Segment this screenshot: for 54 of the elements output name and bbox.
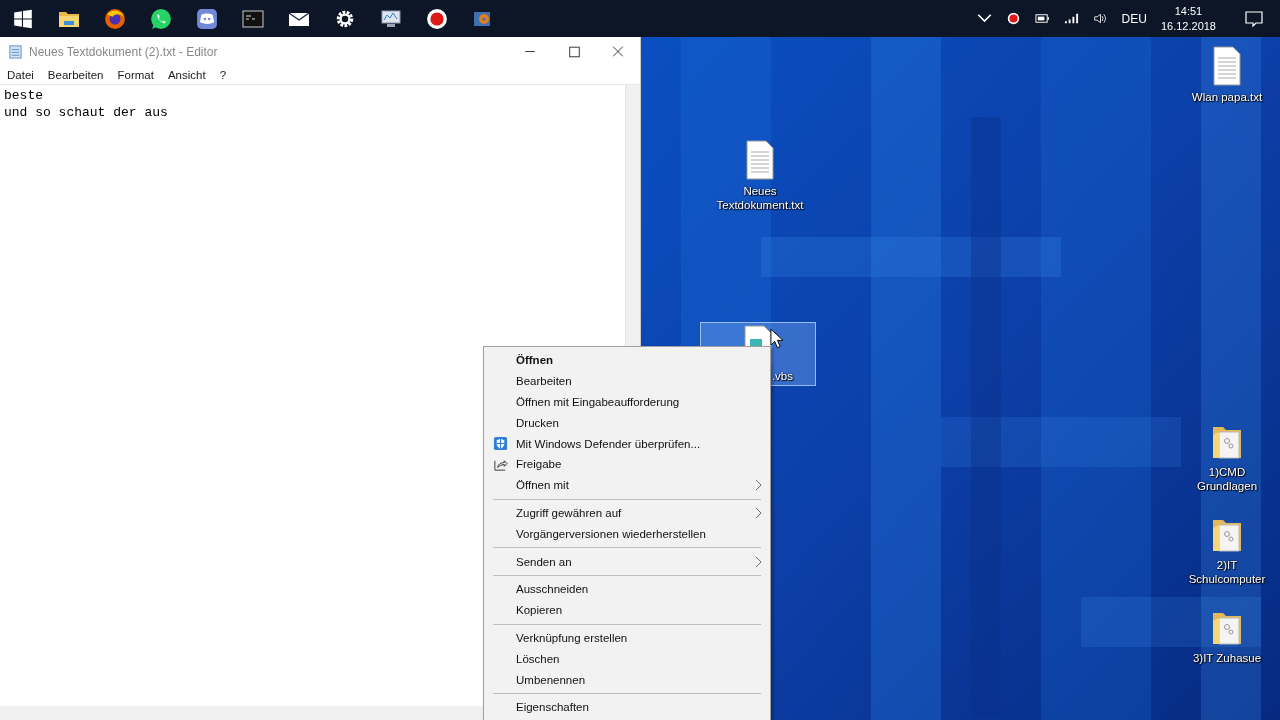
text-file-icon (744, 140, 776, 180)
globe-icon[interactable] (104, 7, 126, 30)
menu-item[interactable]: Öffnen mit (484, 474, 770, 496)
record-icon[interactable] (1005, 12, 1021, 25)
icon-label: 2)IT Schulcomputer (1187, 558, 1267, 586)
desktop-icon[interactable]: Wlan papa.txt (1180, 43, 1274, 107)
chat-bubble-icon[interactable] (150, 7, 172, 30)
mouse-cursor-icon (770, 328, 783, 349)
menu-item[interactable]: Verknüpfung erstellen (484, 627, 770, 649)
monitor-icon[interactable] (380, 7, 402, 30)
menu-item[interactable]: Löschen (484, 648, 770, 670)
icon-label: 1)CMD Grundlagen (1195, 465, 1259, 493)
icon-label: Neues Textdokument.txt (715, 184, 805, 212)
window-title: Neues Textdokument (2).txt - Editor (29, 44, 218, 59)
clock-time[interactable]: 14:51 (1174, 3, 1203, 19)
menu-item[interactable]: Format (117, 69, 154, 81)
menu-item[interactable]: Vorgängerversionen wiederherstellen (484, 523, 770, 545)
desktop-icon[interactable]: 1)CMD Grundlagen (1180, 418, 1274, 496)
icon-label: Wlan papa.txt (1191, 90, 1263, 104)
speaker-icon[interactable] (1092, 12, 1108, 25)
battery-icon[interactable] (1034, 12, 1050, 25)
text-file-icon (1211, 46, 1243, 86)
menu-item[interactable]: Drucken (484, 412, 770, 434)
desktop-icon[interactable]: 3)IT Zuhasue (1180, 604, 1274, 668)
clock-date[interactable]: 16.12.2018 (1160, 18, 1216, 34)
menu-item[interactable]: Datei (7, 69, 34, 81)
windows-start-icon[interactable] (12, 7, 34, 30)
shield-icon (493, 436, 508, 452)
language-indicator[interactable]: DEU (1121, 11, 1147, 26)
menu-item[interactable]: Senden an (484, 551, 770, 572)
notification-icon[interactable] (1244, 9, 1264, 28)
menu-item[interactable]: Ausschneiden (484, 578, 770, 600)
menu-item[interactable]: Eigenschaften (484, 696, 770, 718)
record-icon[interactable] (426, 7, 448, 30)
menu-item[interactable]: ? (219, 69, 227, 81)
chevron-icon[interactable] (976, 12, 992, 25)
menu-item[interactable]: Umbenennen (484, 669, 770, 690)
menu-item[interactable]: Öffnen mit Eingabeaufforderung (484, 391, 770, 413)
desktop-icon[interactable]: 2)IT Schulcomputer (1180, 511, 1274, 589)
desktop-icon[interactable]: Neues Textdokument.txt (713, 137, 807, 215)
notepad-icon (8, 44, 23, 59)
menu-item[interactable]: Freigabe (484, 454, 770, 475)
menu-item[interactable]: Zugriff gewähren auf (484, 502, 770, 524)
text-line: und so schaut der aus (4, 104, 169, 121)
text-line: beste (4, 87, 44, 104)
signal-icon[interactable] (1063, 12, 1079, 25)
icon-label: .vbs (771, 369, 793, 383)
game-controller-icon[interactable] (196, 7, 218, 30)
menu-item[interactable]: Kopieren (484, 599, 770, 621)
icon-label: 3)IT Zuhasue (1192, 651, 1262, 665)
menu-item[interactable]: Bearbeiten (47, 69, 104, 81)
menu-item[interactable]: Mit Windows Defender überprüfen... (484, 433, 770, 454)
menu-item[interactable]: Ansicht (167, 69, 206, 81)
terminal-icon[interactable] (242, 7, 264, 30)
